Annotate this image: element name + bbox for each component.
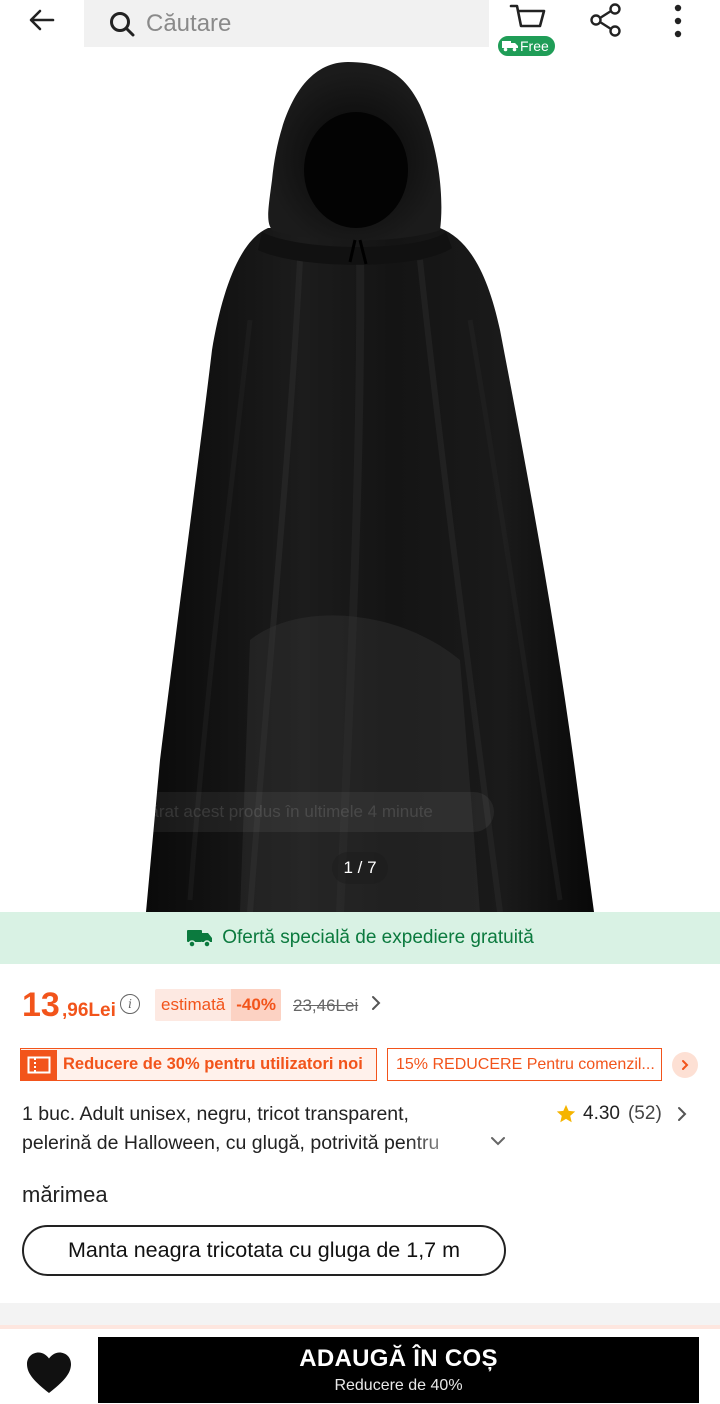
truck-icon: [502, 41, 518, 52]
rating-value: 4.30: [583, 1103, 620, 1124]
price-row: 13 ,96Lei i estimată -40% 23,46Lei: [22, 986, 702, 1026]
black-cloak-image: [146, 62, 594, 912]
image-counter: 1 / 7: [332, 852, 388, 884]
coupon-icon: [21, 1049, 57, 1080]
delivery-truck-icon: [187, 930, 213, 948]
discount-percent: -40%: [231, 989, 281, 1021]
share-button[interactable]: [584, 0, 628, 40]
more-options-button[interactable]: [660, 0, 696, 40]
size-option-selected[interactable]: Manta neagra tricotata cu gluga de 1,7 m: [22, 1225, 506, 1276]
coupon-row: Reducere de 30% pentru utilizatori noi 1…: [20, 1048, 700, 1082]
top-bar: Căutare Free: [0, 0, 720, 60]
original-price: 23,46Lei: [293, 996, 359, 1015]
review-count: (52): [627, 1103, 662, 1124]
more-vertical-icon: [674, 4, 682, 38]
free-shipping-badge: Free: [497, 35, 556, 57]
cart-button[interactable]: Free: [497, 0, 558, 58]
product-image[interactable]: Cineva a cumpărat acest produs în ultime…: [0, 0, 720, 912]
section-divider: [0, 1303, 720, 1325]
estimate-label: estimată: [155, 989, 232, 1021]
add-to-cart-label: ADAUGĂ ÎN COȘ: [299, 1345, 498, 1372]
order-coupon[interactable]: 15% REDUCERE Pentru comenzil...: [387, 1048, 662, 1081]
back-arrow-icon: [29, 9, 55, 31]
recent-purchase-toast: Cineva a cumpărat acest produs în ultime…: [20, 792, 494, 832]
heart-icon: [27, 1352, 71, 1393]
search-icon: [110, 11, 135, 36]
wishlist-button[interactable]: [22, 1349, 76, 1397]
search-placeholder: Căutare: [146, 9, 232, 37]
order-coupon-text: 15% REDUCERE Pentru comenzil...: [396, 1055, 655, 1073]
size-label: mărimea: [22, 1182, 108, 1207]
price-integer: 13: [22, 986, 60, 1024]
chevron-right-icon: [682, 1060, 689, 1070]
free-shipping-bar[interactable]: Ofertă specială de expediere gratuită: [0, 912, 720, 964]
new-user-coupon[interactable]: Reducere de 30% pentru utilizatori noi: [20, 1048, 377, 1081]
add-to-cart-discount: Reducere de 40%: [334, 1377, 463, 1394]
search-input[interactable]: Căutare: [84, 0, 489, 47]
info-icon[interactable]: i: [120, 994, 140, 1014]
star-icon: [556, 1104, 576, 1123]
estimated-discount-pill: estimată -40%: [155, 989, 281, 1021]
rating-summary[interactable]: 4.30 (52): [555, 1100, 688, 1128]
title-fade: [407, 1129, 477, 1161]
expand-title-chevron-icon[interactable]: [488, 1134, 508, 1148]
shipping-offer-text: Ofertă specială de expediere gratuită: [222, 927, 534, 948]
product-title[interactable]: 1 buc. Adult unisex, negru, tricot trans…: [22, 1100, 477, 1162]
cart-icon: [509, 4, 546, 28]
free-badge-label: Free: [520, 38, 549, 54]
new-user-coupon-text: Reducere de 30% pentru utilizatori noi: [63, 1055, 363, 1073]
add-to-cart-button[interactable]: ADAUGĂ ÎN COȘ Reducere de 40%: [98, 1337, 699, 1403]
share-icon: [590, 3, 621, 37]
price-decimal: ,96Lei: [62, 1000, 116, 1021]
bottom-action-bar: ADAUGĂ ÎN COȘ Reducere de 40%: [0, 1329, 720, 1404]
price-details-chevron-icon[interactable]: [370, 994, 382, 1012]
chevron-right-icon: [677, 1107, 687, 1121]
coupons-more-button[interactable]: [672, 1052, 698, 1078]
back-button[interactable]: [20, 0, 64, 40]
